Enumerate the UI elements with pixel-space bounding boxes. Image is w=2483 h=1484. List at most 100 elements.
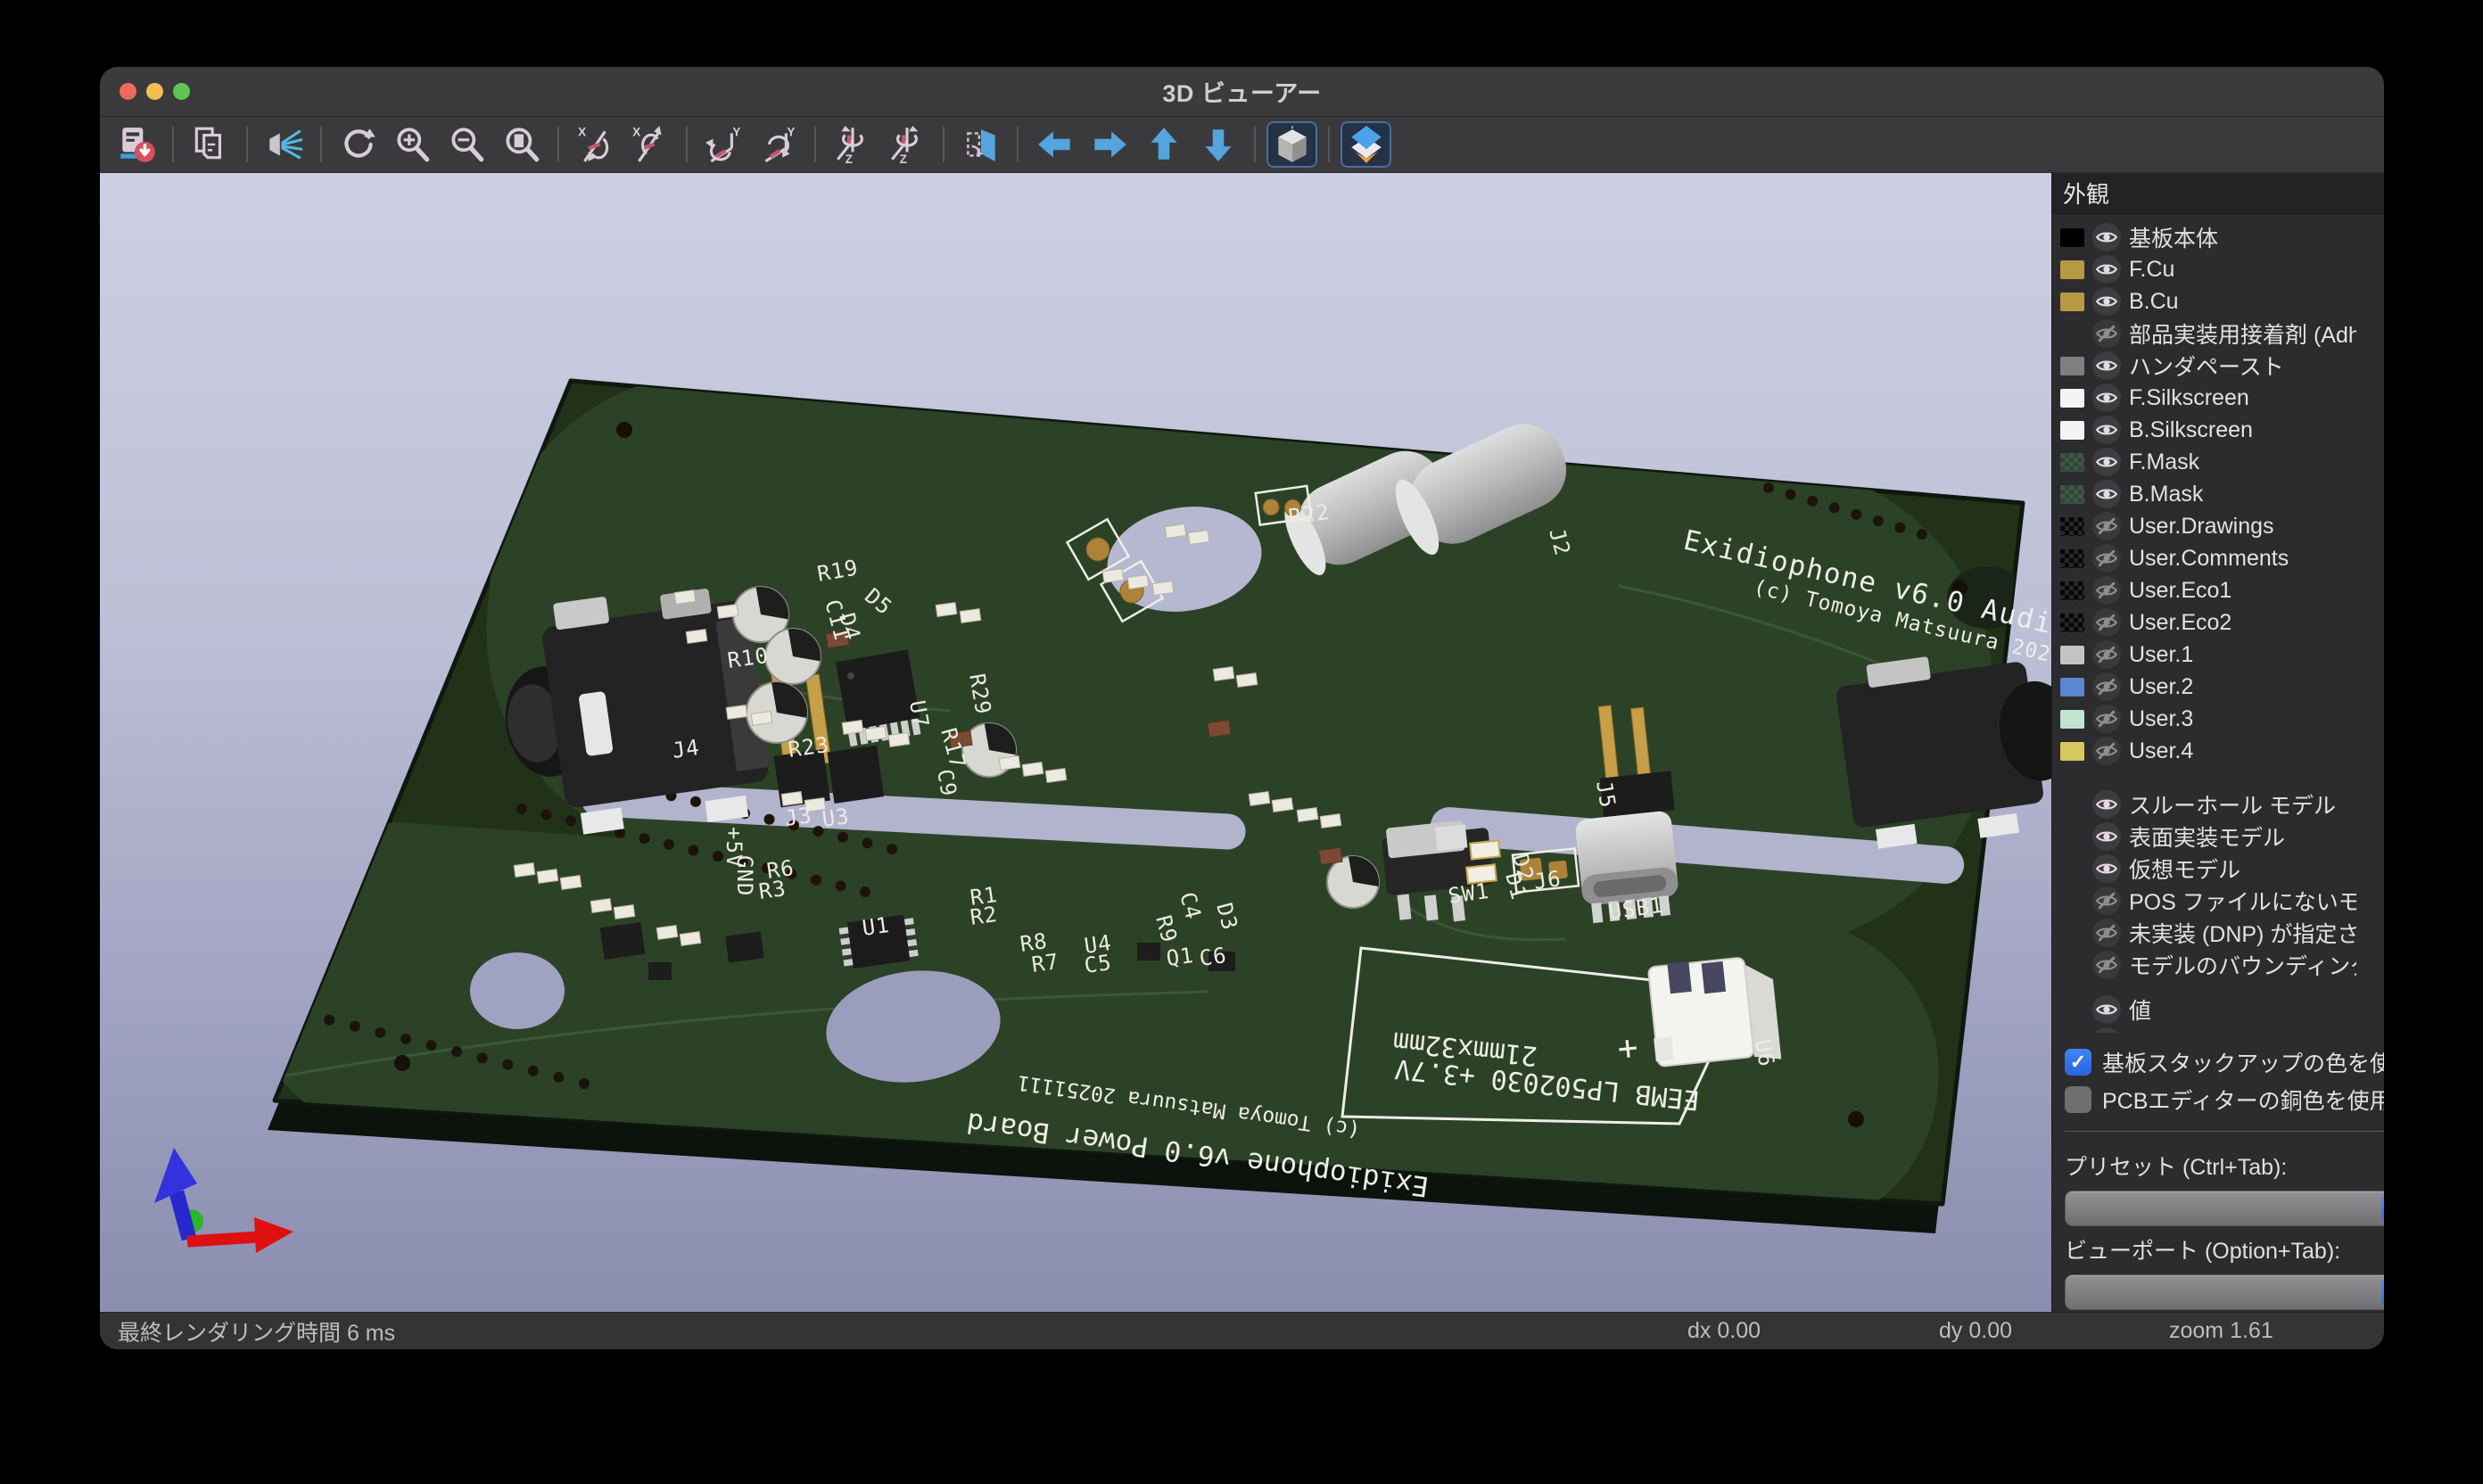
ortho-projection-toggle[interactable] [1266, 121, 1317, 168]
layer-color-swatch[interactable] [2060, 678, 2084, 697]
visibility-eye-icon[interactable] [2092, 995, 2121, 1024]
visibility-eye-icon[interactable] [2092, 351, 2121, 380]
copy-image-button[interactable] [185, 121, 235, 168]
zoom-out-button[interactable] [441, 121, 492, 168]
layer-color-swatch[interactable] [2060, 860, 2084, 878]
visibility-eye-off-icon[interactable] [2092, 919, 2121, 947]
pcb-copper-checkbox[interactable] [2065, 1086, 2091, 1113]
layer-row[interactable]: 基板本体 [2058, 221, 2384, 253]
close-button[interactable] [120, 83, 136, 100]
layer-row[interactable]: F.Cu [2058, 253, 2384, 285]
appearance-panel-toggle[interactable] [1340, 121, 1391, 168]
3d-viewport[interactable]: Exidiophone v6.0 Audio Board (c) Tomoya … [100, 173, 2051, 1312]
layer-color-swatch[interactable] [2060, 421, 2084, 440]
rotate-y-ccw-button[interactable]: Y [753, 121, 804, 168]
layer-color-swatch[interactable] [2060, 796, 2084, 814]
visibility-eye-off-icon[interactable] [2092, 951, 2121, 979]
pan-right-button[interactable] [1084, 121, 1134, 168]
layer-color-swatch[interactable] [2060, 325, 2084, 343]
visibility-eye-icon[interactable] [2092, 255, 2121, 284]
model-visibility-row[interactable]: 未実装 (DNP) が指定さ [2058, 917, 2384, 949]
layer-color-swatch[interactable] [2060, 1033, 2084, 1034]
layer-color-swatch[interactable] [2060, 956, 2084, 975]
layer-row[interactable]: User.1 [2058, 639, 2384, 671]
layer-row[interactable]: F.Mask [2058, 446, 2384, 478]
reload-board-button[interactable] [111, 121, 161, 168]
model-visibility-row[interactable]: 仮想モデル [2058, 853, 2384, 885]
layer-color-swatch[interactable] [2060, 828, 2084, 846]
pcb-copper-option[interactable]: PCBエディターの銅色を使用 [2065, 1081, 2384, 1118]
layer-color-swatch[interactable] [2060, 646, 2084, 664]
layer-row[interactable]: User.Drawings [2058, 510, 2384, 542]
layer-row[interactable]: User.4 [2058, 735, 2384, 767]
pan-left-button[interactable] [1029, 121, 1080, 168]
pan-up-button[interactable] [1138, 121, 1189, 168]
zoom-in-button[interactable] [387, 121, 438, 168]
visibility-eye-icon[interactable] [2092, 854, 2121, 883]
model-visibility-row[interactable]: モデルのバウンディング [2058, 949, 2384, 981]
visibility-eye-icon[interactable] [2092, 480, 2121, 508]
rotate-x-cw-button[interactable]: X [570, 121, 621, 168]
layer-row[interactable]: User.3 [2058, 703, 2384, 735]
redraw-button[interactable] [333, 121, 384, 168]
layer-color-swatch[interactable] [2060, 293, 2084, 311]
visibility-eye-off-icon[interactable] [2092, 705, 2121, 733]
layer-color-swatch[interactable] [2060, 710, 2084, 729]
clipped-row[interactable] [2058, 1026, 2384, 1033]
visibility-eye-icon[interactable] [2092, 1027, 2121, 1033]
visibility-eye-off-icon[interactable] [2092, 512, 2121, 540]
visibility-eye-icon[interactable] [2092, 822, 2121, 851]
layer-color-swatch[interactable] [2060, 549, 2084, 568]
visibility-eye-icon[interactable] [2092, 416, 2121, 444]
layer-color-swatch[interactable] [2060, 357, 2084, 375]
stackup-colors-checkbox[interactable]: ✓ [2065, 1049, 2091, 1076]
layer-row[interactable]: ハンダペースト [2058, 350, 2384, 382]
layer-row[interactable]: User.Comments [2058, 542, 2384, 574]
preset-dropdown[interactable] [2065, 1191, 2384, 1226]
layer-row[interactable]: F.Silkscreen [2058, 382, 2384, 414]
rotate-x-ccw-button[interactable]: X [624, 121, 675, 168]
visibility-eye-off-icon[interactable] [2092, 737, 2121, 765]
visibility-eye-off-icon[interactable] [2092, 640, 2121, 669]
stackup-colors-option[interactable]: ✓ 基板スタックアップの色を使用 [2065, 1043, 2384, 1081]
layer-row[interactable]: B.Mask [2058, 478, 2384, 510]
layer-color-swatch[interactable] [2060, 453, 2084, 472]
maximize-button[interactable] [173, 83, 190, 100]
visibility-eye-off-icon[interactable] [2092, 544, 2121, 573]
model-visibility-row[interactable]: スルーホール モデル [2058, 788, 2384, 820]
visibility-eye-off-icon[interactable] [2092, 576, 2121, 605]
model-visibility-row[interactable]: 表面実装モデル [2058, 820, 2384, 853]
visibility-eye-off-icon[interactable] [2092, 319, 2121, 348]
layer-color-swatch[interactable] [2060, 614, 2084, 632]
rotate-y-cw-button[interactable]: Y [698, 121, 749, 168]
value-visibility-row[interactable]: 値 [2058, 993, 2384, 1026]
visibility-eye-icon[interactable] [2092, 287, 2121, 316]
layer-row[interactable]: User.2 [2058, 671, 2384, 703]
layer-color-swatch[interactable] [2060, 260, 2084, 279]
layer-color-swatch[interactable] [2060, 517, 2084, 536]
flip-board-button[interactable] [955, 121, 1006, 168]
layer-color-swatch[interactable] [2060, 485, 2084, 504]
layer-row[interactable]: B.Silkscreen [2058, 414, 2384, 446]
layer-color-swatch[interactable] [2060, 742, 2084, 761]
zoom-fit-button[interactable] [496, 121, 547, 168]
minimize-button[interactable] [146, 83, 163, 100]
layer-color-swatch[interactable] [2060, 228, 2084, 247]
viewport-dropdown[interactable] [2065, 1274, 2384, 1310]
layer-color-swatch[interactable] [2060, 581, 2084, 600]
visibility-eye-icon[interactable] [2092, 790, 2121, 819]
rotate-z-cw-button[interactable]: Z [827, 121, 878, 168]
pan-down-button[interactable] [1192, 121, 1243, 168]
layer-row[interactable]: 部品実装用接着剤 (Adh [2058, 317, 2384, 350]
visibility-eye-icon[interactable] [2092, 383, 2121, 412]
model-visibility-row[interactable]: POS ファイルにないモデ [2058, 885, 2384, 917]
visibility-eye-icon[interactable] [2092, 448, 2121, 476]
rotate-z-ccw-button[interactable]: Z [881, 121, 932, 168]
layer-color-swatch[interactable] [2060, 924, 2084, 943]
layer-row[interactable]: User.Eco1 [2058, 574, 2384, 606]
visibility-eye-off-icon[interactable] [2092, 886, 2121, 915]
layer-color-swatch[interactable] [2060, 892, 2084, 911]
visibility-eye-off-icon[interactable] [2092, 672, 2121, 701]
layer-color-swatch[interactable] [2060, 1001, 2084, 1019]
visibility-eye-off-icon[interactable] [2092, 608, 2121, 637]
